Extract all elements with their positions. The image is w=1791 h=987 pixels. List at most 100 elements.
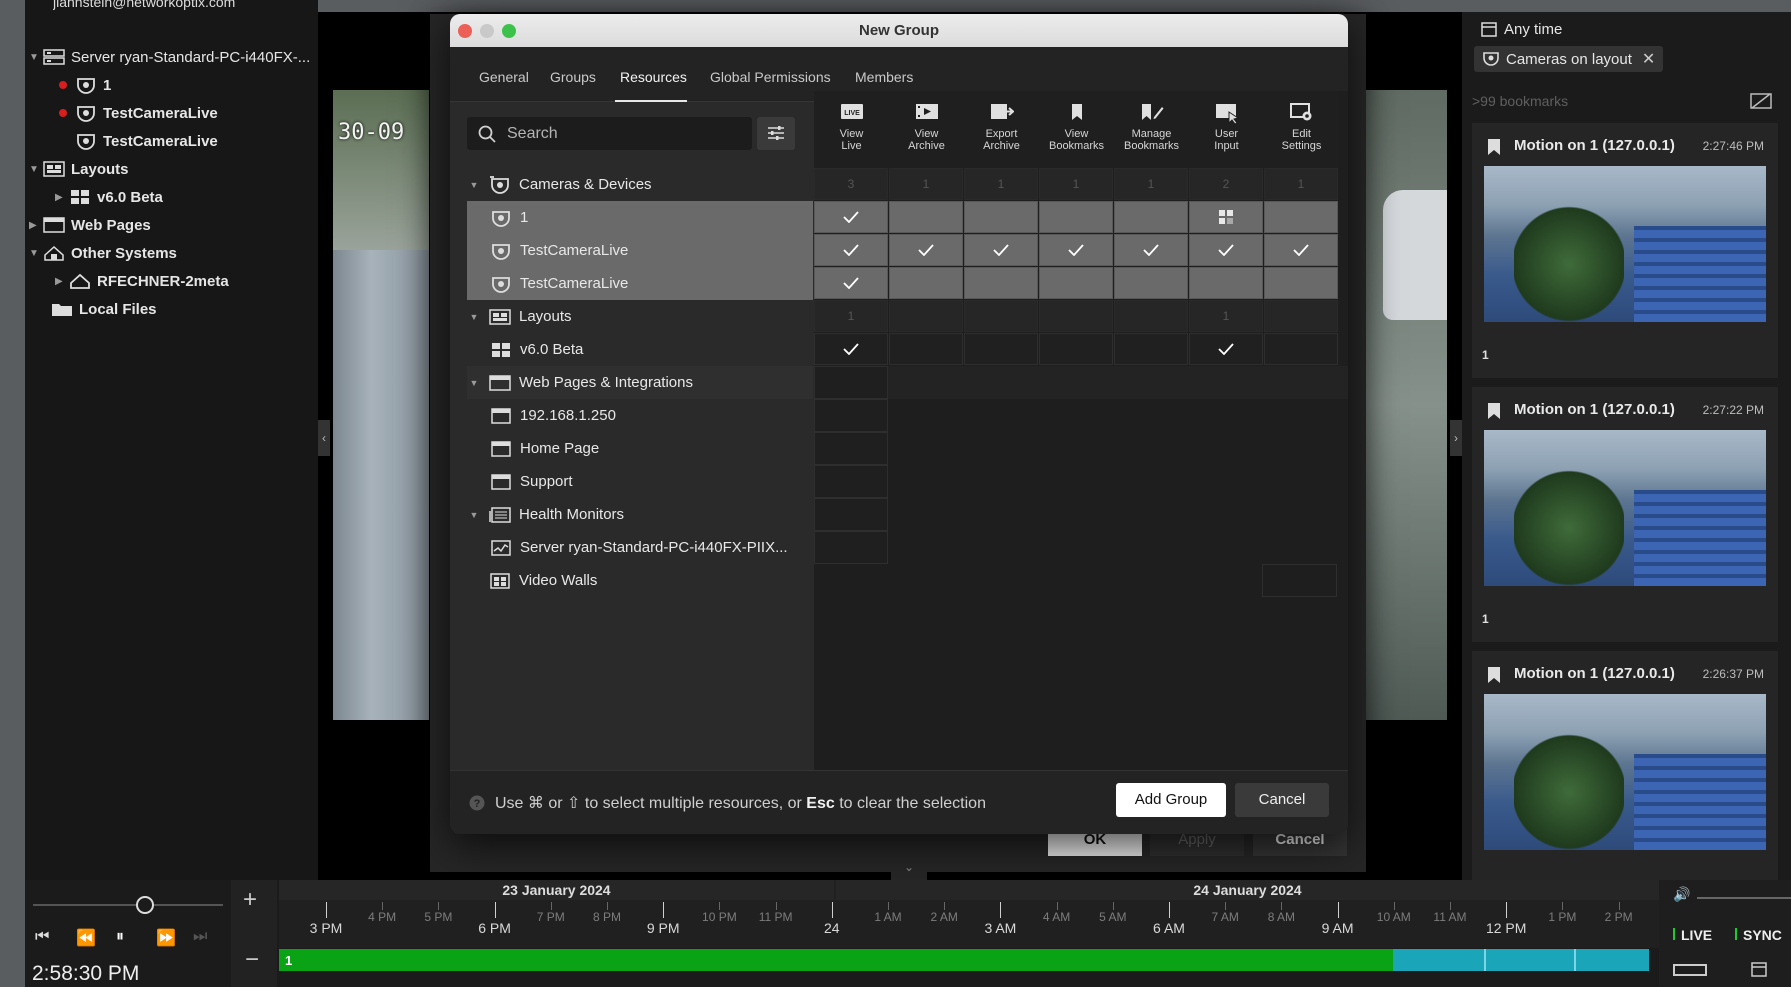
bookmark-thumbnail[interactable]: [1484, 166, 1766, 322]
permission-cell[interactable]: [964, 234, 1038, 266]
resource-webpage-ip[interactable]: 192.168.1.250: [490, 399, 616, 432]
calendar-icon[interactable]: [1751, 961, 1767, 977]
timeline-track[interactable]: 1: [279, 949, 1649, 971]
column-export-archive[interactable]: Export Archive: [964, 91, 1039, 168]
permission-cell[interactable]: [1264, 234, 1338, 266]
search-input[interactable]: Search: [467, 117, 752, 150]
column-user-input[interactable]: User Input: [1189, 91, 1264, 168]
expand-arrow-icon[interactable]: ▼: [29, 248, 43, 259]
filter-button[interactable]: [757, 117, 795, 150]
permission-cell[interactable]: [814, 333, 888, 365]
column-view-live[interactable]: LIVE View Live: [814, 91, 889, 168]
group-health-monitors[interactable]: ▼ Health Monitors: [467, 498, 625, 531]
collapse-arrow-icon[interactable]: ▶: [55, 192, 69, 203]
expand-arrow-icon[interactable]: ▼: [467, 510, 481, 520]
permission-cell-user-input[interactable]: [1189, 201, 1263, 233]
permission-cell[interactable]: [814, 432, 888, 465]
tree-item-camera-testcameralive[interactable]: TestCameraLive: [59, 101, 218, 125]
tab-resources[interactable]: Resources: [620, 69, 687, 85]
collapse-arrow-icon[interactable]: ▶: [55, 276, 69, 287]
tab-global-permissions[interactable]: Global Permissions: [710, 69, 831, 85]
permission-cell[interactable]: [889, 333, 963, 365]
permission-cell[interactable]: [814, 234, 888, 266]
rewind-icon[interactable]: ⏪: [76, 928, 96, 948]
group-web-pages[interactable]: ▼ Web Pages & Integrations: [467, 366, 813, 399]
thumbnails-icon[interactable]: [1673, 964, 1707, 976]
zoom-out-icon[interactable]: −: [245, 946, 259, 974]
permission-cell[interactable]: [1039, 267, 1113, 299]
collapse-arrow-icon[interactable]: ▶: [29, 220, 43, 231]
resource-layout-v6[interactable]: v6.0 Beta: [490, 333, 583, 366]
tree-item-web-pages[interactable]: ▶ Web Pages: [29, 213, 151, 237]
permission-cell[interactable]: [1114, 201, 1188, 233]
sync-button[interactable]: SYNC: [1743, 927, 1782, 943]
expand-arrow-icon[interactable]: ▼: [467, 312, 481, 322]
group-layouts[interactable]: ▼ Layouts: [467, 300, 572, 333]
expand-arrow-icon[interactable]: ▼: [467, 378, 481, 388]
permission-cell[interactable]: [1039, 234, 1113, 266]
add-group-button[interactable]: Add Group: [1116, 783, 1226, 817]
time-filter[interactable]: Any time: [1480, 20, 1562, 38]
bookmark-thumbnail[interactable]: [1484, 430, 1766, 586]
speed-slider-handle[interactable]: [136, 896, 154, 914]
permission-cell[interactable]: [1264, 333, 1338, 365]
permission-cell[interactable]: [889, 234, 963, 266]
user-account[interactable]: jlahnstein@networkoptix.com: [53, 0, 235, 14]
close-icon[interactable]: ✕: [1642, 49, 1655, 69]
cameras-filter-chip[interactable]: Cameras on layout ✕: [1474, 46, 1664, 72]
resource-camera-testcameralive[interactable]: TestCameraLive: [490, 234, 628, 267]
expand-arrow-icon[interactable]: ▼: [29, 164, 43, 175]
column-manage-bookmarks[interactable]: Manage Bookmarks: [1114, 91, 1189, 168]
tree-item-layout-v6[interactable]: ▶ v6.0 Beta: [55, 185, 163, 209]
right-collapse-handle[interactable]: ›: [1450, 420, 1462, 456]
resource-webpage-support[interactable]: Support: [490, 465, 573, 498]
resource-webpage-home[interactable]: Home Page: [490, 432, 599, 465]
column-view-bookmarks[interactable]: View Bookmarks: [1039, 91, 1114, 168]
timeline-ruler[interactable]: 23 January 2024 24 January 2024 3 PM 4 PM…: [279, 880, 1659, 948]
camera-video-left[interactable]: 30-09: [333, 90, 429, 720]
tree-item-other-systems[interactable]: ▼ Other Systems: [29, 241, 177, 265]
tree-item-local-files[interactable]: Local Files: [51, 297, 157, 321]
tab-general[interactable]: General: [479, 69, 529, 85]
bookmark-card[interactable]: Motion on 1 (127.0.0.1) 2:26:37 PM: [1472, 651, 1778, 880]
tab-members[interactable]: Members: [855, 69, 913, 85]
column-view-archive[interactable]: View Archive: [889, 91, 964, 168]
permission-cell[interactable]: [1189, 267, 1263, 299]
tree-item-camera-testcameralive-2[interactable]: TestCameraLive: [75, 129, 218, 153]
camera-video-right[interactable]: [1365, 90, 1447, 720]
tab-groups[interactable]: Groups: [550, 69, 596, 85]
resource-camera-testcameralive-2[interactable]: TestCameraLive: [490, 267, 628, 300]
skip-back-icon[interactable]: ⏮: [35, 928, 49, 946]
chevron-down-icon[interactable]: ⌄: [891, 860, 927, 880]
speed-slider-track[interactable]: [33, 904, 223, 906]
resource-camera-1[interactable]: 1: [490, 201, 528, 234]
bookmark-card[interactable]: Motion on 1 (127.0.0.1) 2:27:46 PM 1: [1472, 123, 1778, 378]
permission-cell[interactable]: [1114, 267, 1188, 299]
permission-cell[interactable]: [1039, 201, 1113, 233]
permission-cell[interactable]: [1264, 267, 1338, 299]
tree-item-rfechner[interactable]: ▶ RFECHNER-2meta: [55, 269, 229, 293]
tree-item-layouts[interactable]: ▼ Layouts: [29, 157, 129, 181]
resource-health-server[interactable]: Server ryan-Standard-PC-i440FX-PIIX...: [490, 531, 788, 564]
permission-cell[interactable]: [1114, 234, 1188, 266]
permission-cell[interactable]: [814, 531, 888, 564]
group-cameras-devices[interactable]: ▼ Cameras & Devices: [467, 168, 652, 201]
permission-cell[interactable]: [964, 201, 1038, 233]
permission-cell[interactable]: [889, 267, 963, 299]
expand-arrow-icon[interactable]: ▼: [29, 52, 43, 63]
permission-cell[interactable]: [814, 267, 888, 299]
bookmark-card[interactable]: Motion on 1 (127.0.0.1) 2:27:22 PM 1: [1472, 387, 1778, 642]
left-collapse-handle[interactable]: ‹: [318, 420, 330, 456]
permission-cell[interactable]: [1114, 333, 1188, 365]
permission-cell[interactable]: [964, 267, 1038, 299]
volume-slider-track[interactable]: [1697, 897, 1791, 899]
cancel-button[interactable]: Cancel: [1235, 783, 1329, 817]
permission-cell-view-live[interactable]: [814, 201, 888, 233]
permission-cell[interactable]: [1189, 234, 1263, 266]
permission-cell[interactable]: [1189, 333, 1263, 365]
permission-cell[interactable]: [964, 333, 1038, 365]
expand-arrow-icon[interactable]: ▼: [467, 180, 481, 190]
group-video-walls[interactable]: Video Walls: [467, 564, 597, 597]
zoom-in-icon[interactable]: +: [243, 886, 257, 914]
pause-icon[interactable]: ⏸: [116, 928, 124, 946]
